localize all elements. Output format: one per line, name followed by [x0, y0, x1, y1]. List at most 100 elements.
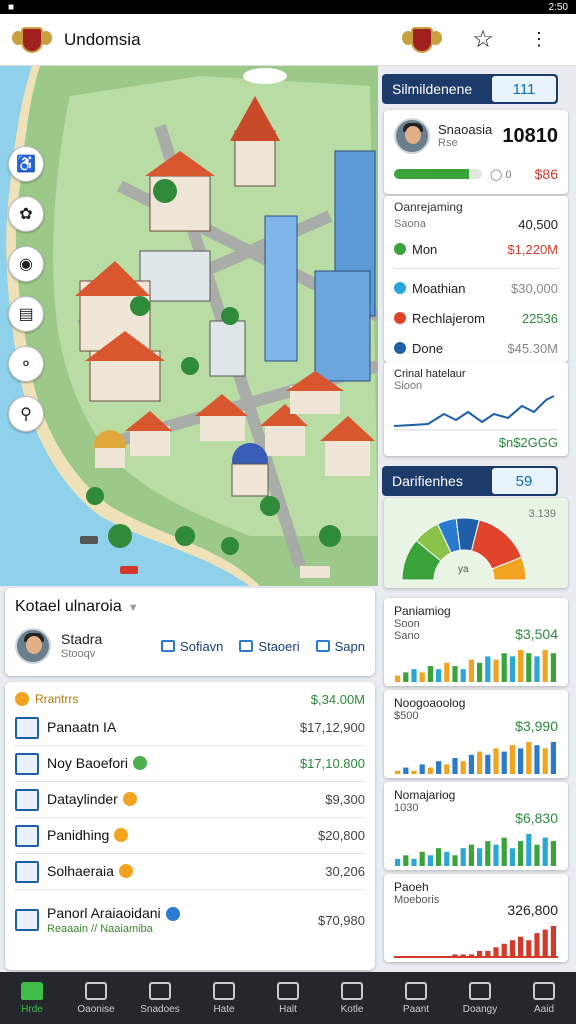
cube-action-button[interactable]: Staoeri — [239, 639, 300, 654]
chat-icon — [315, 640, 330, 652]
bar — [395, 770, 401, 774]
user-subtitle: Stooqv — [61, 647, 96, 660]
bar — [534, 844, 540, 866]
bar — [501, 653, 507, 682]
bar — [460, 848, 466, 866]
nav-label: Doangy — [462, 1003, 498, 1015]
house-icon — [149, 981, 171, 1000]
bar — [518, 936, 524, 958]
star-icon[interactable]: ☆ — [468, 25, 498, 55]
bar-chart-value: 326,800 — [507, 902, 558, 918]
shop-icon — [15, 909, 39, 931]
bar — [542, 837, 548, 866]
stats-head-sub: Saona — [394, 218, 426, 230]
nav-item[interactable]: Paant — [384, 972, 448, 1024]
bar-chart-value: $6,830 — [515, 810, 558, 826]
stats-label: Mon — [412, 241, 438, 257]
nav-item[interactable]: Kotle — [320, 972, 384, 1024]
bar-chart-card[interactable]: Paoeh Moeboris 326,800 — [384, 874, 568, 962]
stats-line[interactable]: Rechlajerom 22536 — [394, 303, 558, 333]
bar-chart-title: Paniamiog — [394, 604, 451, 618]
avatar[interactable] — [15, 628, 51, 664]
bar — [436, 848, 442, 866]
microphone-icon[interactable]: ⚬ — [8, 346, 44, 382]
bar — [526, 834, 532, 866]
bar-chart-value: $3,990 — [515, 718, 558, 734]
chat-action-button[interactable]: Sapn — [315, 639, 365, 654]
pin-icon — [277, 981, 299, 1000]
nav-item[interactable]: Halt — [256, 972, 320, 1024]
table-row[interactable]: Noy Baoefori $17,10.800 — [15, 746, 365, 782]
table-row[interactable]: Panorl Araiaoidani Reaaain // Naaiamiba $7… — [15, 890, 365, 950]
trend-card[interactable]: Crinal hatelaur Sioon $n$2GGG — [384, 362, 568, 456]
leaf-icon[interactable]: ✿ — [8, 196, 44, 232]
nav-item[interactable]: Oaonise — [64, 972, 128, 1024]
bar — [526, 742, 532, 774]
nav-item[interactable]: Aaid — [512, 972, 576, 1024]
stats-line[interactable]: Moathian $30,000 — [394, 273, 558, 303]
camera-icon[interactable]: ◉ — [8, 246, 44, 282]
bar — [501, 837, 507, 866]
city-map[interactable]: ♿ ✿ ◉ ▤ ⚬ ⚲ — [0, 66, 378, 586]
bar — [534, 656, 540, 682]
search-icon[interactable]: ⚲ — [8, 396, 44, 432]
bar — [509, 848, 515, 866]
stats-label: Rechlajerom — [412, 310, 485, 326]
bar — [436, 761, 442, 774]
wheelchair-icon[interactable]: ♿ — [8, 146, 44, 182]
gauge-icon — [469, 981, 491, 1000]
bar — [501, 751, 507, 774]
bar-chart-card[interactable]: Paniamiog Soon $3,504 Sano — [384, 598, 568, 686]
more-icon[interactable]: ⋮ — [524, 25, 554, 55]
bar — [534, 745, 540, 774]
bar — [485, 950, 491, 958]
document-icon[interactable]: ▤ — [8, 296, 44, 332]
status-badge — [122, 792, 137, 807]
table-row[interactable]: Solhaeraia 30,206 — [15, 854, 365, 890]
chart-icon — [15, 716, 39, 739]
bar — [419, 851, 425, 866]
emblem-badge-icon[interactable] — [402, 23, 442, 57]
home-icon — [21, 981, 43, 1000]
table-row[interactable]: Dataylinder $9,300 — [15, 782, 365, 818]
nav-item[interactable]: Hrde — [0, 972, 64, 1024]
stats-dot-icon — [394, 342, 406, 354]
bar — [526, 653, 532, 682]
bar — [493, 947, 499, 958]
stats-card: Oanrejaming Saona 40,500 Mon $1,220M Moathi… — [384, 196, 568, 362]
cube-icon — [239, 640, 254, 652]
map-action-button[interactable]: Sofiavn — [161, 639, 223, 654]
nav-item[interactable]: Snadoes — [128, 972, 192, 1024]
profile-card[interactable]: Snaoasia Rse 10810 ◯ 0 $86 — [384, 110, 568, 194]
row-value: 30,206 — [325, 864, 365, 879]
row-value: $20,800 — [318, 828, 365, 843]
gauge-card[interactable]: ya 3.139 — [384, 498, 568, 588]
row-sub: Reaaain // Naaiamiba — [47, 923, 153, 935]
bar — [477, 662, 483, 682]
bar — [518, 650, 524, 682]
table-row[interactable]: Panaatn IA $17,12,900 — [15, 710, 365, 746]
bar — [419, 672, 425, 682]
profile-name: Snaoasia — [438, 121, 493, 137]
bar — [501, 943, 507, 958]
list-header-value: $,34.00M — [310, 691, 365, 707]
bar-chart-card[interactable]: Noogoaoolog $500 $3,990 — [384, 690, 568, 778]
table-row[interactable]: Panidhing $20,800 — [15, 818, 365, 854]
bar — [468, 754, 474, 774]
row-label: Panorl Araiaoidani — [47, 905, 161, 921]
stats-line[interactable]: Mon $1,220M — [394, 234, 558, 264]
location-title[interactable]: Kotael ulnaroia ▼ — [15, 598, 365, 616]
nav-label: Hate — [213, 1003, 235, 1015]
bar-chart-title: Nomajariog — [394, 788, 456, 802]
bar — [411, 858, 417, 866]
nav-item[interactable]: Hate — [192, 972, 256, 1024]
trend-line-chart — [393, 395, 558, 431]
bar — [395, 858, 401, 866]
row-label: Dataylinder — [47, 790, 118, 807]
details-banner[interactable]: Darifienhes 59 — [382, 466, 558, 496]
stats-line[interactable]: Done $45.30M — [394, 333, 558, 363]
summary-banner[interactable]: Silmildenene 111 — [382, 74, 558, 104]
nav-item[interactable]: Doangy — [448, 972, 512, 1024]
bar-chart-card[interactable]: Nomajariog 1030 $6,830 — [384, 782, 568, 870]
bar — [452, 954, 458, 958]
